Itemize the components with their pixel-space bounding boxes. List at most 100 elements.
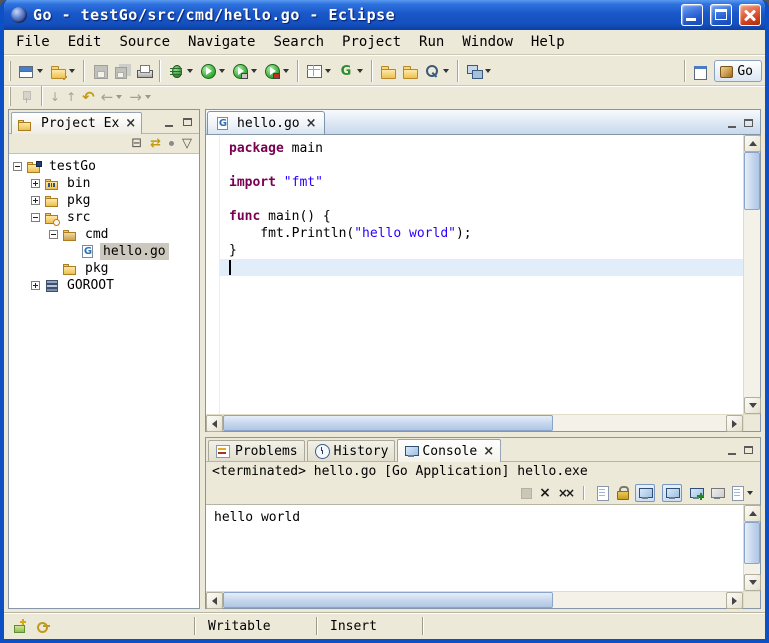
code-line[interactable]: import "fmt" bbox=[220, 174, 743, 191]
search-button[interactable] bbox=[421, 59, 453, 83]
scrollbar-thumb[interactable] bbox=[223, 415, 553, 431]
tree-item-pkg[interactable]: pkg bbox=[11, 260, 197, 277]
close-icon[interactable]: × bbox=[306, 118, 317, 129]
scrollbar-track[interactable] bbox=[553, 415, 726, 431]
new-go-element-button[interactable] bbox=[303, 59, 335, 83]
minimize-view-icon[interactable] bbox=[162, 116, 178, 130]
scroll-up-button[interactable] bbox=[744, 505, 761, 522]
scroll-lock-button[interactable] bbox=[616, 486, 628, 499]
tree-expander-icon[interactable] bbox=[13, 162, 22, 171]
menu-edit[interactable]: Edit bbox=[59, 31, 111, 53]
last-edit-location-button[interactable]: ↶ bbox=[79, 88, 98, 106]
code-line[interactable] bbox=[220, 157, 743, 174]
forward-button[interactable]: → bbox=[126, 88, 155, 106]
tree-item-src[interactable]: src bbox=[11, 209, 197, 226]
pin-editor-button[interactable] bbox=[15, 88, 37, 106]
scrollbar-track[interactable] bbox=[744, 564, 760, 574]
tree-item-testgo[interactable]: testGo bbox=[11, 158, 197, 175]
tab-problems[interactable]: Problems bbox=[208, 440, 305, 461]
next-annotation-button[interactable]: ↓ bbox=[47, 88, 63, 106]
tree-expander-icon[interactable] bbox=[31, 179, 40, 188]
console-horizontal-scrollbar[interactable] bbox=[206, 591, 743, 608]
scroll-up-button[interactable] bbox=[744, 135, 761, 152]
scrollbar-thumb[interactable] bbox=[744, 152, 760, 210]
clear-console-button[interactable] bbox=[596, 486, 609, 500]
menu-file[interactable]: File bbox=[7, 31, 59, 53]
tree-item-bin[interactable]: bin bbox=[11, 175, 197, 192]
external-tools-button[interactable] bbox=[261, 59, 293, 83]
minimize-view-icon[interactable] bbox=[725, 444, 741, 458]
menu-window[interactable]: Window bbox=[453, 31, 522, 53]
debug-button[interactable] bbox=[165, 59, 197, 83]
console-vertical-scrollbar[interactable] bbox=[743, 505, 760, 591]
menu-run[interactable]: Run bbox=[410, 31, 453, 53]
previous-annotation-button[interactable]: ↑ bbox=[63, 88, 79, 106]
tree-expander-icon[interactable] bbox=[31, 213, 40, 222]
team-sync-button[interactable] bbox=[463, 59, 495, 83]
scrollbar-track[interactable] bbox=[553, 592, 726, 608]
terminate-button[interactable] bbox=[520, 487, 532, 499]
collapse-all-icon[interactable]: ⊟ bbox=[131, 137, 142, 151]
open-type-button[interactable] bbox=[377, 59, 399, 83]
maximize-button[interactable] bbox=[710, 4, 732, 26]
new-go-file-button[interactable] bbox=[47, 59, 79, 83]
toolbar-handle[interactable] bbox=[9, 87, 11, 107]
minimize-button[interactable] bbox=[681, 4, 703, 26]
remove-launch-button[interactable]: × bbox=[539, 486, 551, 500]
tree-expander-icon[interactable] bbox=[31, 281, 40, 290]
menu-search[interactable]: Search bbox=[264, 31, 333, 53]
print-button[interactable] bbox=[133, 59, 155, 83]
go-perspective-button[interactable]: Go bbox=[714, 60, 762, 82]
menu-source[interactable]: Source bbox=[110, 31, 179, 53]
tree-item-cmd[interactable]: cmd bbox=[11, 226, 197, 243]
new-wizard-button[interactable] bbox=[15, 59, 47, 83]
toolbar-handle[interactable] bbox=[9, 61, 11, 81]
tab-project-explorer[interactable]: Project Ex × bbox=[11, 112, 142, 134]
menu-navigate[interactable]: Navigate bbox=[179, 31, 264, 53]
open-console-dropdown[interactable] bbox=[731, 486, 754, 500]
menu-project[interactable]: Project bbox=[333, 31, 410, 53]
editor-horizontal-scrollbar[interactable] bbox=[206, 414, 743, 431]
save-all-button[interactable] bbox=[111, 59, 133, 83]
link-with-editor-icon[interactable]: ⇄ bbox=[150, 137, 161, 151]
console-output[interactable]: hello world bbox=[206, 505, 743, 591]
scrollbar-thumb[interactable] bbox=[744, 522, 760, 564]
focus-icon[interactable] bbox=[169, 141, 174, 146]
code-line[interactable]: fmt.Println("hello world"); bbox=[220, 225, 743, 242]
show-stderr-toggle[interactable] bbox=[662, 484, 682, 502]
open-console-button[interactable] bbox=[689, 487, 703, 499]
run-button[interactable] bbox=[197, 59, 229, 83]
scrollbar-thumb[interactable] bbox=[223, 592, 553, 608]
titlebar[interactable]: Go - testGo/src/cmd/hello.go - Eclipse bbox=[4, 0, 765, 30]
maximize-view-icon[interactable] bbox=[741, 117, 757, 131]
run-history-button[interactable] bbox=[229, 59, 261, 83]
open-perspective-button[interactable] bbox=[690, 59, 712, 83]
code-line[interactable] bbox=[220, 191, 743, 208]
fast-view-icon[interactable] bbox=[13, 619, 27, 633]
go-tool-button[interactable]: G bbox=[335, 59, 367, 83]
tab-history[interactable]: History bbox=[307, 440, 396, 461]
open-resource-button[interactable] bbox=[399, 59, 421, 83]
scroll-down-button[interactable] bbox=[744, 574, 761, 591]
menu-help[interactable]: Help bbox=[522, 31, 574, 53]
tab-console[interactable]: Console× bbox=[397, 439, 501, 462]
close-button[interactable] bbox=[739, 4, 761, 26]
editor-vertical-scrollbar[interactable] bbox=[743, 135, 760, 414]
show-stdout-toggle[interactable] bbox=[635, 484, 655, 502]
maximize-view-icon[interactable] bbox=[741, 444, 757, 458]
back-button[interactable]: ← bbox=[98, 88, 127, 106]
save-button[interactable] bbox=[89, 59, 111, 83]
code-line[interactable]: } bbox=[220, 242, 743, 259]
secure-storage-icon[interactable] bbox=[36, 619, 51, 633]
tree-expander-icon[interactable] bbox=[31, 196, 40, 205]
close-icon[interactable]: × bbox=[125, 118, 136, 129]
minimize-view-icon[interactable] bbox=[725, 117, 741, 131]
scroll-down-button[interactable] bbox=[744, 397, 761, 414]
scroll-right-button[interactable] bbox=[726, 592, 743, 609]
project-tree[interactable]: testGobinpkgsrccmdGhello.gopkgGOROOT bbox=[9, 154, 199, 608]
maximize-view-icon[interactable] bbox=[180, 116, 196, 130]
code-line[interactable]: package main bbox=[220, 140, 743, 157]
scroll-left-button[interactable] bbox=[206, 592, 223, 609]
remove-all-launches-button[interactable]: ×× bbox=[558, 486, 572, 500]
code-line[interactable]: func main() { bbox=[220, 208, 743, 225]
